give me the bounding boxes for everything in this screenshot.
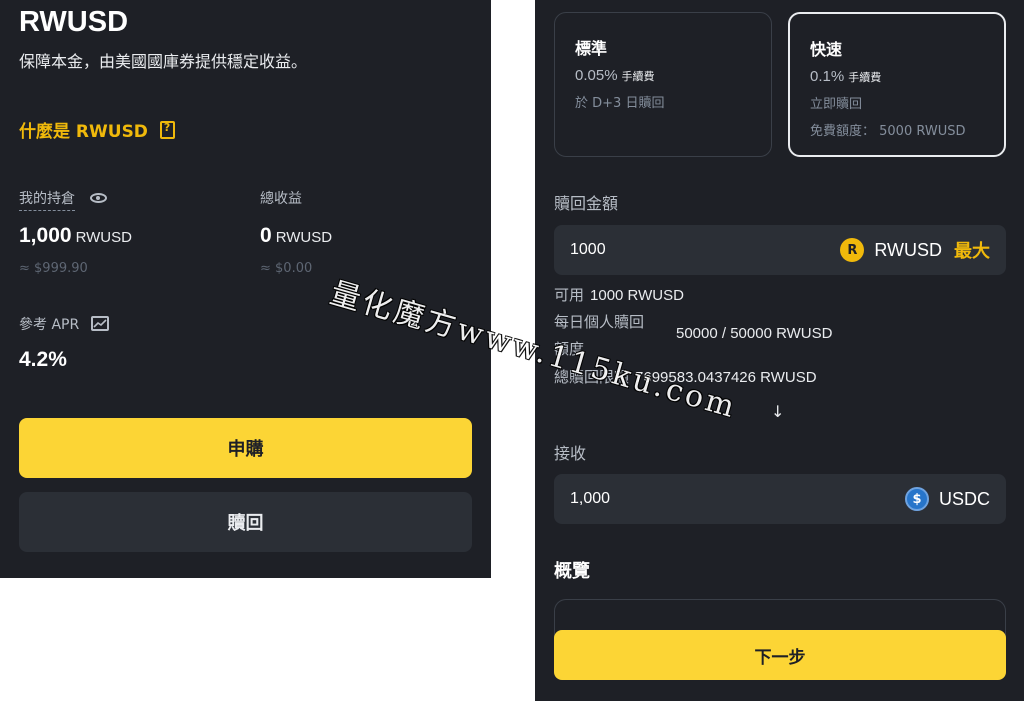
- receive-label: 接收: [554, 444, 587, 463]
- subscribe-button[interactable]: 申購: [19, 418, 472, 478]
- option-fee-label: 手續費: [621, 70, 655, 83]
- redeem-token-name: RWUSD: [874, 239, 942, 260]
- receive-token-name: USDC: [938, 488, 990, 509]
- arrow-down-icon: ↓: [771, 402, 785, 421]
- redeem-amount-field: 1000 R RWUSD 最大: [554, 225, 1006, 275]
- usdc-token-icon: $: [904, 487, 929, 511]
- standard-redeem-option[interactable]: 標準 0.05% 手續費 於 D+3 日贖回: [554, 12, 772, 157]
- product-detail-panel: RWUSD 保障本金，由美國國庫券提供穩定收益。 什麼是 RWUSD 我的持倉 …: [0, 0, 491, 578]
- rwusd-token-icon: R: [840, 238, 865, 262]
- what-is-label: 什麼是 RWUSD: [19, 122, 148, 142]
- available-label: 可用: [554, 286, 585, 304]
- holdings-unit: RWUSD: [75, 229, 132, 246]
- available-row: 可用 1000 RWUSD: [554, 284, 684, 305]
- overview-title: 概覽: [554, 561, 590, 582]
- max-button[interactable]: 最大: [954, 237, 990, 263]
- earnings-label: 總收益: [260, 191, 302, 207]
- fast-redeem-option[interactable]: 快速 0.1% 手續費 立即贖回 免費額度： 5000 RWUSD: [788, 12, 1006, 157]
- holdings-label[interactable]: 我的持倉: [19, 188, 75, 211]
- option-fee: 0.1% 手續費: [810, 68, 984, 85]
- redeem-amount-input[interactable]: 1000: [570, 241, 840, 259]
- daily-limit-value: 50000 / 50000 RWUSD: [676, 325, 833, 342]
- option-timing: 於 D+3 日贖回: [575, 96, 665, 111]
- apr-label: 參考 APR: [19, 317, 80, 333]
- earnings-amount: 0: [260, 224, 272, 247]
- option-title: 快速: [810, 40, 843, 59]
- next-step-button[interactable]: 下一步: [554, 630, 1006, 680]
- coin-subtitle: 保障本金，由美國國庫券提供穩定收益。: [19, 52, 308, 71]
- option-fee: 0.05% 手續費: [575, 67, 751, 84]
- receive-amount: 1,000: [570, 490, 611, 507]
- apr-chart-icon[interactable]: [91, 316, 109, 331]
- help-book-icon: [159, 120, 175, 139]
- option-title: 標準: [575, 39, 608, 58]
- redeem-button[interactable]: 贖回: [19, 492, 472, 552]
- earnings-unit: RWUSD: [275, 229, 333, 246]
- what-is-rwusd-link[interactable]: 什麼是 RWUSD: [19, 117, 175, 142]
- earnings-approx: ≈ $0.00: [260, 261, 313, 276]
- holdings-approx: ≈ $999.90: [19, 261, 88, 276]
- option-fee-label: 手續費: [848, 71, 882, 84]
- eye-icon[interactable]: [90, 193, 107, 203]
- redeem-amount-label: 贖回金額: [554, 194, 619, 213]
- holdings-value: 1,000 RWUSD: [19, 224, 132, 248]
- receive-field: 1,000 $ USDC: [554, 474, 1006, 524]
- option-free-quota: 免費額度： 5000 RWUSD: [810, 124, 966, 139]
- apr-value: 4.2%: [19, 348, 67, 371]
- option-fee-value: 0.1%: [810, 68, 845, 85]
- option-timing: 立即贖回: [810, 97, 863, 112]
- coin-title: RWUSD: [19, 6, 129, 38]
- earnings-value: 0 RWUSD: [260, 224, 332, 248]
- available-value: 1000 RWUSD: [590, 287, 684, 304]
- daily-limit-label-line1: 每日個人贖回: [554, 313, 645, 331]
- option-fee-value: 0.05%: [575, 67, 618, 84]
- holdings-amount: 1,000: [19, 224, 72, 247]
